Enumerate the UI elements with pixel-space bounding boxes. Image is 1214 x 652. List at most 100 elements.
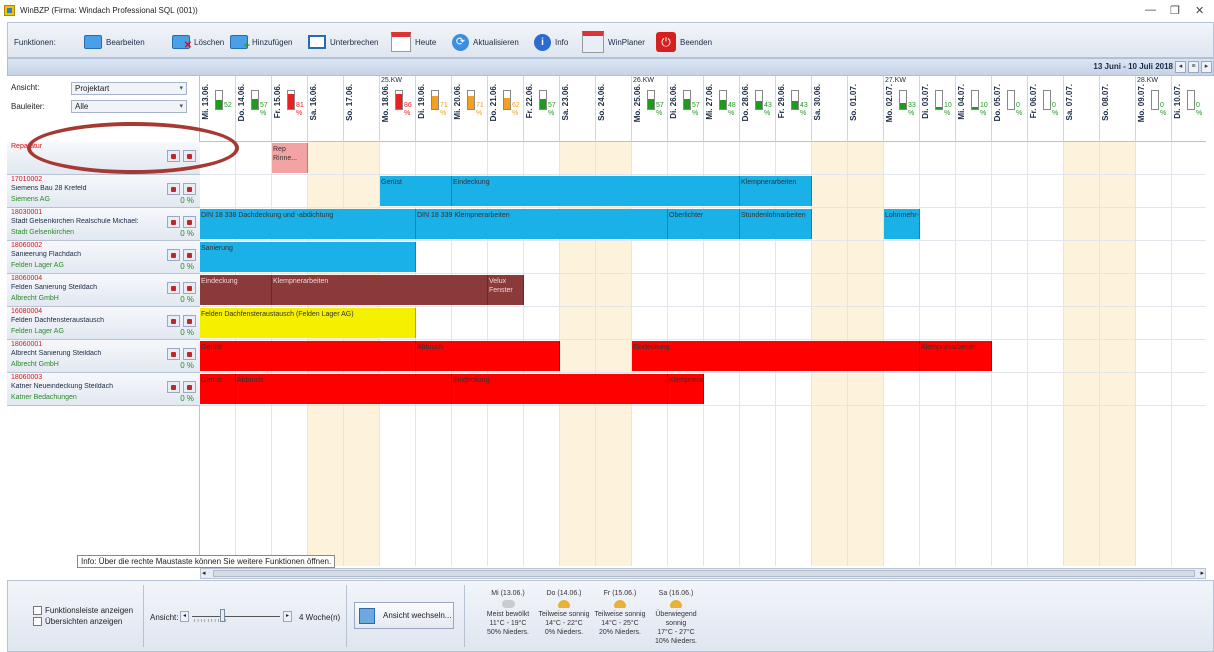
horizontal-scrollbar[interactable]: ◂ ▸ bbox=[200, 568, 1206, 579]
edit-project-icon[interactable] bbox=[167, 216, 180, 228]
scroll-right-icon[interactable]: ▸ bbox=[1200, 569, 1204, 577]
project-row[interactable]: 18060002 Sanieerung Flachdach Felden Lager… bbox=[7, 241, 200, 274]
restore-icon[interactable]: ❐ bbox=[1170, 4, 1180, 17]
edit-button-label: Bearbeiten bbox=[106, 37, 145, 47]
task-bar[interactable]: Rep Rinne... bbox=[272, 143, 308, 173]
task-bar[interactable]: Eindeckung bbox=[632, 341, 920, 371]
day-header[interactable]: So. 17.06. bbox=[344, 76, 380, 142]
day-header[interactable]: Do. 05.07. 0 % bbox=[992, 76, 1028, 142]
schedule-grid[interactable]: Mi. 13.06. 52 Do. 14.06. 57 % Fr. 15.06. 81 %… bbox=[200, 76, 1206, 566]
day-header[interactable]: Di. 26.06. 57 % bbox=[668, 76, 704, 142]
period-menu-button[interactable]: ≡ bbox=[1188, 61, 1199, 73]
delete-project-icon[interactable] bbox=[183, 216, 196, 228]
day-header[interactable]: Sa. 07.07. bbox=[1064, 76, 1100, 142]
delete-button[interactable]: ✕ Löschen bbox=[172, 32, 224, 52]
toolbar-visible-checkbox[interactable] bbox=[33, 606, 42, 615]
task-bar[interactable]: Felden Dachfensteraustausch (Felden Lage… bbox=[200, 308, 416, 338]
task-bar[interactable]: Klempnerarbeiten bbox=[272, 275, 488, 305]
task-bar[interactable]: Gerüst bbox=[200, 341, 416, 371]
delete-project-icon[interactable] bbox=[183, 183, 196, 195]
day-header[interactable]: Mi. 20.06. 71 % bbox=[452, 76, 488, 142]
task-bar[interactable]: DIN 18 338 Dachdeckung und -abdichtung bbox=[200, 209, 416, 239]
project-row[interactable]: 18060004 Felden Sanierung Steildach Albrec… bbox=[7, 274, 200, 307]
task-bar[interactable]: Velux Fenster bbox=[488, 275, 524, 305]
zoom-out-button[interactable]: ◂ bbox=[180, 611, 189, 622]
task-bar[interactable]: Eindeckung bbox=[452, 374, 668, 404]
day-header[interactable]: Di. 19.06. 71 % bbox=[416, 76, 452, 142]
winplaner-button[interactable]: WinPlaner bbox=[582, 31, 645, 53]
project-row[interactable]: 18060003 Katner Neueindeckung Steildach Ka… bbox=[7, 373, 200, 406]
task-bar[interactable]: Klempnerarbeiten bbox=[668, 374, 704, 404]
task-bar[interactable]: Klempnerarbeiten bbox=[920, 341, 992, 371]
edit-project-icon[interactable] bbox=[167, 183, 180, 195]
project-row[interactable]: 18030001 Stadt Gelsenkirchen Realschule M… bbox=[7, 208, 200, 241]
day-header[interactable]: Di. 03.07. 10 % bbox=[920, 76, 956, 142]
exit-button[interactable]: ⏻ Beenden bbox=[656, 32, 712, 52]
edit-project-icon[interactable] bbox=[167, 381, 180, 393]
task-bar[interactable]: Abbruch bbox=[416, 341, 560, 371]
edit-project-icon[interactable] bbox=[167, 249, 180, 261]
close-icon[interactable]: ✕ bbox=[1195, 4, 1204, 17]
task-bar[interactable]: Stundenlohnarbeiten bbox=[740, 209, 812, 239]
edit-project-icon[interactable] bbox=[167, 348, 180, 360]
delete-project-icon[interactable] bbox=[183, 348, 196, 360]
delete-project-icon[interactable] bbox=[183, 381, 196, 393]
day-header[interactable]: So. 24.06. bbox=[596, 76, 632, 142]
day-header[interactable]: 25.KW Mo. 18.06. 86 % bbox=[380, 76, 416, 142]
day-header[interactable]: Do. 28.06. 43 % bbox=[740, 76, 776, 142]
day-header[interactable]: Fr. 15.06. 81 % bbox=[272, 76, 308, 142]
day-header[interactable]: Mi. 04.07. 10 % bbox=[956, 76, 992, 142]
info-button[interactable]: i Info bbox=[534, 32, 568, 52]
day-header[interactable]: Sa. 23.06. bbox=[560, 76, 596, 142]
day-header[interactable]: 26.KW Mo. 25.06. 57 % bbox=[632, 76, 668, 142]
ansicht-select[interactable]: Projektart bbox=[71, 82, 187, 95]
project-row[interactable]: 17010002 Siemens Bau 28 Krefeld Siemens AG… bbox=[7, 175, 200, 208]
day-header[interactable]: Fr. 22.06. 57 % bbox=[524, 76, 560, 142]
edit-project-icon[interactable] bbox=[167, 315, 180, 327]
day-header[interactable]: Mi. 27.06. 48 % bbox=[704, 76, 740, 142]
day-header[interactable]: Sa. 30.06. bbox=[812, 76, 848, 142]
refresh-button[interactable]: ⟳ Aktualisieren bbox=[452, 32, 519, 52]
overview-checkbox[interactable] bbox=[33, 617, 42, 626]
next-period-button[interactable]: ▸ bbox=[1201, 61, 1212, 73]
scroll-left-icon[interactable]: ◂ bbox=[202, 569, 206, 577]
day-header[interactable]: Di. 10.07. 0 % bbox=[1172, 76, 1206, 142]
task-bar[interactable]: Eindeckung bbox=[452, 176, 740, 206]
bauleiter-select[interactable]: Alle bbox=[71, 100, 187, 113]
zoom-slider-track[interactable] bbox=[192, 616, 280, 617]
edit-project-icon[interactable] bbox=[167, 282, 180, 294]
add-button[interactable]: + Hinzufügen bbox=[230, 32, 292, 52]
scroll-thumb[interactable] bbox=[213, 570, 1195, 577]
delete-project-icon[interactable] bbox=[183, 282, 196, 294]
task-bar[interactable]: Sanierung bbox=[200, 242, 416, 272]
task-bar[interactable]: Gerüst bbox=[380, 176, 452, 206]
interrupt-button[interactable]: Unterbrechen bbox=[308, 32, 378, 52]
day-header[interactable]: So. 01.07. bbox=[848, 76, 884, 142]
edit-button[interactable]: Bearbeiten bbox=[84, 32, 145, 52]
delete-project-icon[interactable] bbox=[183, 315, 196, 327]
task-bar[interactable]: Oberlichter bbox=[668, 209, 740, 239]
minimize-icon[interactable]: — bbox=[1145, 4, 1156, 16]
task-bar[interactable]: Eindeckung bbox=[200, 275, 272, 305]
project-row[interactable]: 16080004 Felden Dachfensteraustausch Felde… bbox=[7, 307, 200, 340]
switch-view-button[interactable]: Ansicht wechseln... bbox=[354, 602, 454, 629]
day-header[interactable]: Fr. 29.06. 43 % bbox=[776, 76, 812, 142]
day-header[interactable]: Fr. 06.07. 0 % bbox=[1028, 76, 1064, 142]
task-bar[interactable]: Abbruch bbox=[236, 374, 452, 404]
zoom-slider-thumb[interactable] bbox=[220, 609, 225, 622]
task-bar[interactable]: Lohnmehr-... bbox=[884, 209, 920, 239]
today-button[interactable]: Heute bbox=[391, 32, 436, 52]
day-header[interactable]: 28.KW Mo. 09.07. 0 % bbox=[1136, 76, 1172, 142]
day-header[interactable]: Do. 21.06. 62 % bbox=[488, 76, 524, 142]
zoom-in-button[interactable]: ▸ bbox=[283, 611, 292, 622]
project-row[interactable]: 18060001 Albrecht Sanierung Steildach Albr… bbox=[7, 340, 200, 373]
day-header[interactable]: 27.KW Mo. 02.07. 33 % bbox=[884, 76, 920, 142]
day-header[interactable]: Do. 14.06. 57 % bbox=[236, 76, 272, 142]
task-bar[interactable]: Gerüst bbox=[200, 374, 236, 404]
day-header[interactable]: Sa. 16.06. bbox=[308, 76, 344, 142]
delete-project-icon[interactable] bbox=[183, 249, 196, 261]
task-bar[interactable]: DIN 18 339 Klempnerarbeiten bbox=[416, 209, 668, 239]
task-bar[interactable]: Klempnerarbeiten bbox=[740, 176, 812, 206]
prev-period-button[interactable]: ◂ bbox=[1175, 61, 1186, 73]
day-header[interactable]: So. 08.07. bbox=[1100, 76, 1136, 142]
